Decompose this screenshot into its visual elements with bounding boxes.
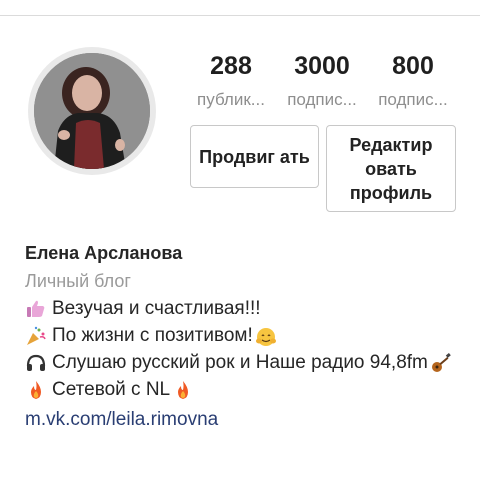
avatar[interactable] bbox=[34, 53, 150, 169]
thumbs-up-icon bbox=[25, 298, 47, 320]
party-popper-icon bbox=[25, 325, 47, 347]
profile-stats: 288 публик... 3000 подпис... 800 подпис.… bbox=[186, 52, 458, 112]
stat-following-label: подпис... bbox=[378, 90, 448, 109]
bio-line-text: По жизни с позитивом! bbox=[52, 325, 253, 346]
profile-category: Личный блог bbox=[25, 271, 131, 291]
profile-name: Елена Арсланова bbox=[25, 243, 183, 263]
stat-following-value: 800 bbox=[392, 52, 434, 80]
fire-icon bbox=[25, 379, 47, 401]
bio-line: Слушаю русский рок и Наше радио 94,8fm bbox=[25, 351, 465, 375]
top-divider bbox=[0, 15, 480, 16]
bio-line: Везучая и счастливая!!! bbox=[25, 297, 465, 321]
bio-line-text: Сетевой с NL bbox=[52, 379, 171, 400]
bio-line-text: Слушаю русский рок и Наше радио 94,8fm bbox=[52, 352, 428, 373]
stat-followers-label: подпис... bbox=[287, 90, 357, 109]
profile-bio: Елена Арсланова Личный блог Везучая и сч… bbox=[25, 240, 465, 432]
avatar-photo bbox=[34, 53, 150, 169]
stat-following[interactable]: 800 подпис... bbox=[368, 52, 458, 110]
profile-link[interactable]: m.vk.com/leila.rimovna bbox=[25, 408, 218, 432]
bio-line: По жизни с позитивом! bbox=[25, 324, 465, 348]
stat-posts-value: 288 bbox=[210, 52, 252, 80]
fire-icon bbox=[172, 379, 194, 401]
stat-posts-label: публик... bbox=[197, 90, 265, 109]
stat-posts[interactable]: 288 публик... bbox=[186, 52, 276, 110]
promote-button[interactable]: Продвиг ать bbox=[190, 125, 319, 188]
guitar-icon bbox=[430, 352, 452, 374]
bio-line-text: Везучая и счастливая!!! bbox=[52, 298, 261, 319]
edit-profile-button[interactable]: Редактир овать профиль bbox=[326, 125, 456, 212]
bio-line: Сетевой с NL bbox=[25, 378, 465, 402]
headphones-icon bbox=[25, 352, 47, 374]
stat-followers-value: 3000 bbox=[294, 52, 350, 80]
hugging-face-icon bbox=[255, 325, 277, 347]
stat-followers[interactable]: 3000 подпис... bbox=[277, 52, 367, 110]
